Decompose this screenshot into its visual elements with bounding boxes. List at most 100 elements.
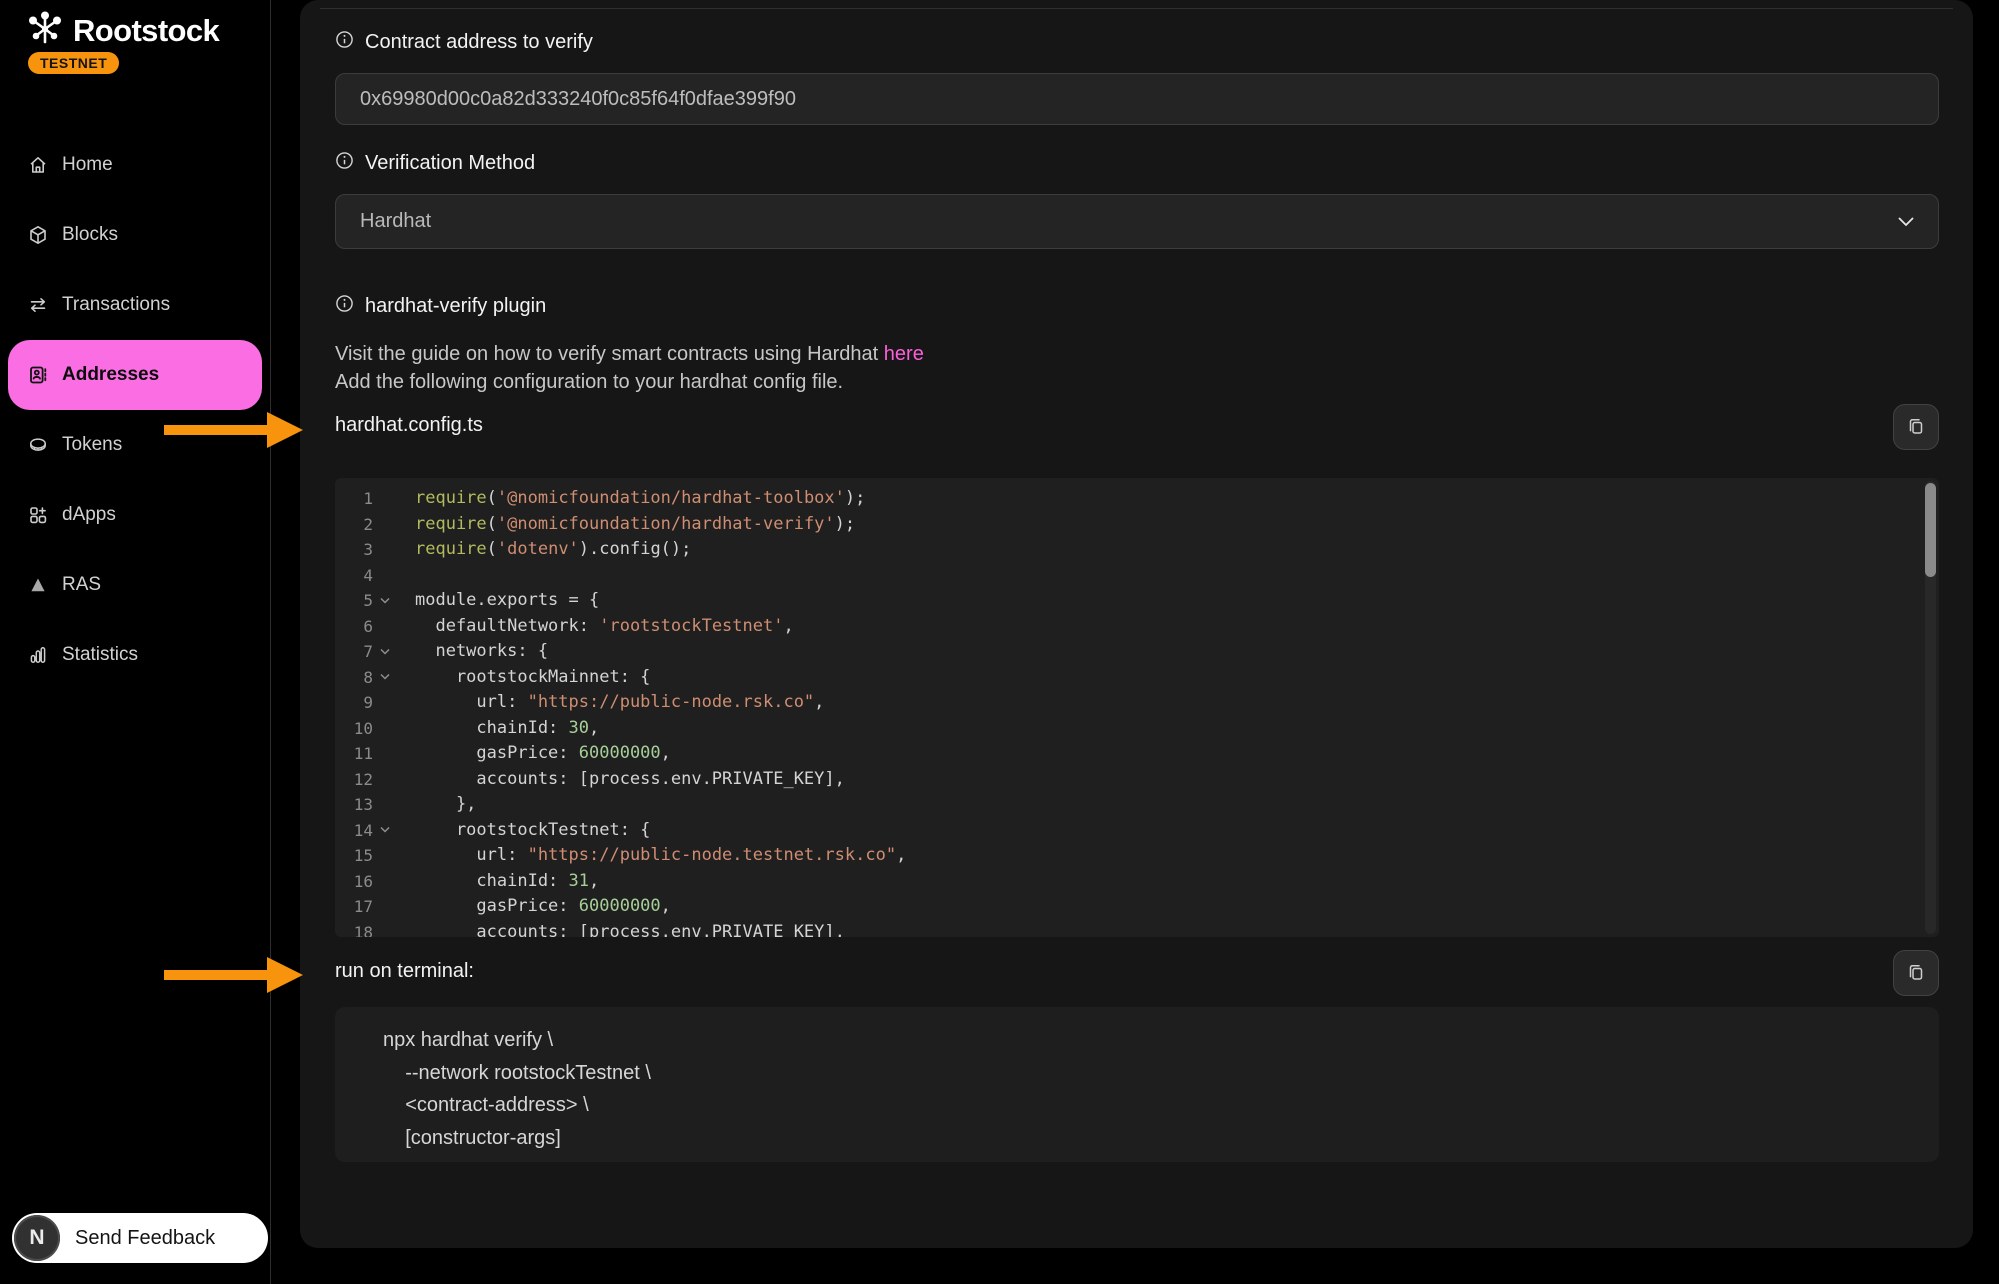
sidebar-item-blocks[interactable]: Blocks [0, 200, 270, 270]
sidebar-item-home[interactable]: Home [0, 130, 270, 200]
logo[interactable]: Rootstock [26, 8, 219, 53]
brand-name: Rootstock [73, 13, 219, 49]
main-panel: Contract address to verify Verification … [300, 0, 1973, 1248]
rootstock-flower-icon [26, 8, 64, 53]
code-line: 11 gasPrice: 60000000, [335, 741, 1939, 767]
bar-chart-icon [28, 645, 48, 665]
code-line: 18 accounts: [process.env.PRIVATE_KEY], [335, 920, 1939, 938]
code-line: 5module.exports = { [335, 588, 1939, 614]
sidebar-item-label: dApps [62, 504, 116, 526]
code-line: 14 rootstockTestnet: { [335, 818, 1939, 844]
code-line: 12 accounts: [process.env.PRIVATE_KEY], [335, 767, 1939, 793]
cube-icon [28, 225, 48, 245]
sidebar-nav: Home Blocks Transactions [0, 130, 270, 690]
sidebar-item-label: Statistics [62, 644, 138, 666]
coin-icon [28, 435, 48, 455]
plugin-title-row: hardhat-verify plugin [335, 294, 546, 319]
send-feedback-button[interactable]: N Send Feedback [12, 1213, 268, 1263]
copy-icon [1906, 962, 1926, 985]
code-line: 13 }, [335, 792, 1939, 818]
code-lines: 1require('@nomicfoundation/hardhat-toolb… [335, 486, 1939, 937]
fold-chevron-icon [373, 563, 397, 589]
config-file-title: hardhat.config.ts [335, 414, 483, 437]
code-line: 10 chainId: 30, [335, 716, 1939, 742]
plugin-description: Visit the guide on how to verify smart c… [335, 341, 924, 396]
annotation-arrow-config [164, 411, 304, 449]
terminal-title: run on terminal: [335, 960, 474, 983]
verification-method-select[interactable]: Hardhat [335, 194, 1939, 249]
fold-chevron-icon[interactable] [373, 818, 397, 844]
code-line: 8 rootstockMainnet: { [335, 665, 1939, 691]
guide-line: Visit the guide on how to verify smart c… [335, 341, 924, 369]
feedback-label: Send Feedback [75, 1227, 215, 1250]
guide-here-link[interactable]: here [884, 343, 924, 365]
sidebar-item-label: Transactions [62, 294, 170, 316]
code-scrollbar-thumb[interactable] [1925, 483, 1936, 577]
annotation-arrow-terminal [164, 956, 304, 994]
verification-method-label-row: Verification Method [335, 151, 535, 176]
verification-method-label: Verification Method [365, 152, 535, 175]
code-line: 17 gasPrice: 60000000, [335, 894, 1939, 920]
info-icon[interactable] [335, 151, 354, 176]
sidebar-item-statistics[interactable]: Statistics [0, 620, 270, 690]
copy-config-button[interactable] [1893, 404, 1939, 450]
contract-address-input[interactable] [335, 73, 1939, 125]
code-line: 1require('@nomicfoundation/hardhat-toolb… [335, 486, 1939, 512]
fold-chevron-icon [373, 894, 397, 920]
fold-chevron-icon [373, 486, 397, 512]
fold-chevron-icon[interactable] [373, 588, 397, 614]
code-line: 9 url: "https://public-node.rsk.co", [335, 690, 1939, 716]
plugin-title: hardhat-verify plugin [365, 295, 546, 318]
fold-chevron-icon [373, 716, 397, 742]
contract-address-label: Contract address to verify [365, 31, 593, 54]
terminal-lines: npx hardhat verify \ --network rootstock… [383, 1024, 1939, 1154]
fold-chevron-icon [373, 690, 397, 716]
sidebar-item-transactions[interactable]: Transactions [0, 270, 270, 340]
hardhat-config-code-block[interactable]: 1require('@nomicfoundation/hardhat-toolb… [335, 478, 1939, 937]
config-note: Add the following configuration to your … [335, 369, 924, 397]
copy-icon [1906, 416, 1926, 439]
fold-chevron-icon [373, 512, 397, 538]
terminal-line: npx hardhat verify \ [383, 1024, 1939, 1057]
sidebar-item-ras[interactable]: RAS [0, 550, 270, 620]
sidebar-item-addresses[interactable]: Addresses [8, 340, 262, 410]
fold-chevron-icon [373, 741, 397, 767]
code-line: 3require('dotenv').config(); [335, 537, 1939, 563]
sidebar-item-dapps[interactable]: dApps [0, 480, 270, 550]
sidebar-item-label: Blocks [62, 224, 118, 246]
terminal-command-block: npx hardhat verify \ --network rootstock… [335, 1007, 1939, 1162]
fold-chevron-icon [373, 614, 397, 640]
code-line: 6 defaultNetwork: 'rootstockTestnet', [335, 614, 1939, 640]
copy-command-button[interactable] [1893, 950, 1939, 996]
sidebar-item-label: Home [62, 154, 113, 176]
transfer-arrows-icon [28, 295, 48, 315]
sidebar: Rootstock TESTNET Home Blocks [0, 0, 270, 1284]
contract-address-label-row: Contract address to verify [335, 30, 593, 55]
page: Rootstock TESTNET Home Blocks [0, 0, 1999, 1284]
terminal-line: <contract-address> \ [383, 1089, 1939, 1122]
info-icon[interactable] [335, 294, 354, 319]
fold-chevron-icon[interactable] [373, 665, 397, 691]
chevron-down-icon [1898, 210, 1914, 233]
sidebar-item-label: RAS [62, 574, 101, 596]
fold-chevron-icon [373, 843, 397, 869]
section-divider [320, 8, 1953, 9]
sidebar-item-label: Addresses [62, 364, 159, 386]
sidebar-item-label: Tokens [62, 434, 122, 456]
triangle-icon [28, 575, 48, 595]
code-line: 2require('@nomicfoundation/hardhat-verif… [335, 512, 1939, 538]
code-line: 4 [335, 563, 1939, 589]
code-line: 7 networks: { [335, 639, 1939, 665]
feedback-avatar: N [14, 1215, 60, 1261]
apps-grid-icon [28, 505, 48, 525]
fold-chevron-icon [373, 537, 397, 563]
info-icon[interactable] [335, 30, 354, 55]
terminal-line: [constructor-args] [383, 1122, 1939, 1155]
code-line: 16 chainId: 31, [335, 869, 1939, 895]
fold-chevron-icon [373, 920, 397, 938]
fold-chevron-icon[interactable] [373, 639, 397, 665]
testnet-badge: TESTNET [28, 52, 119, 74]
fold-chevron-icon [373, 869, 397, 895]
verification-method-value: Hardhat [360, 210, 431, 233]
home-icon [28, 155, 48, 175]
